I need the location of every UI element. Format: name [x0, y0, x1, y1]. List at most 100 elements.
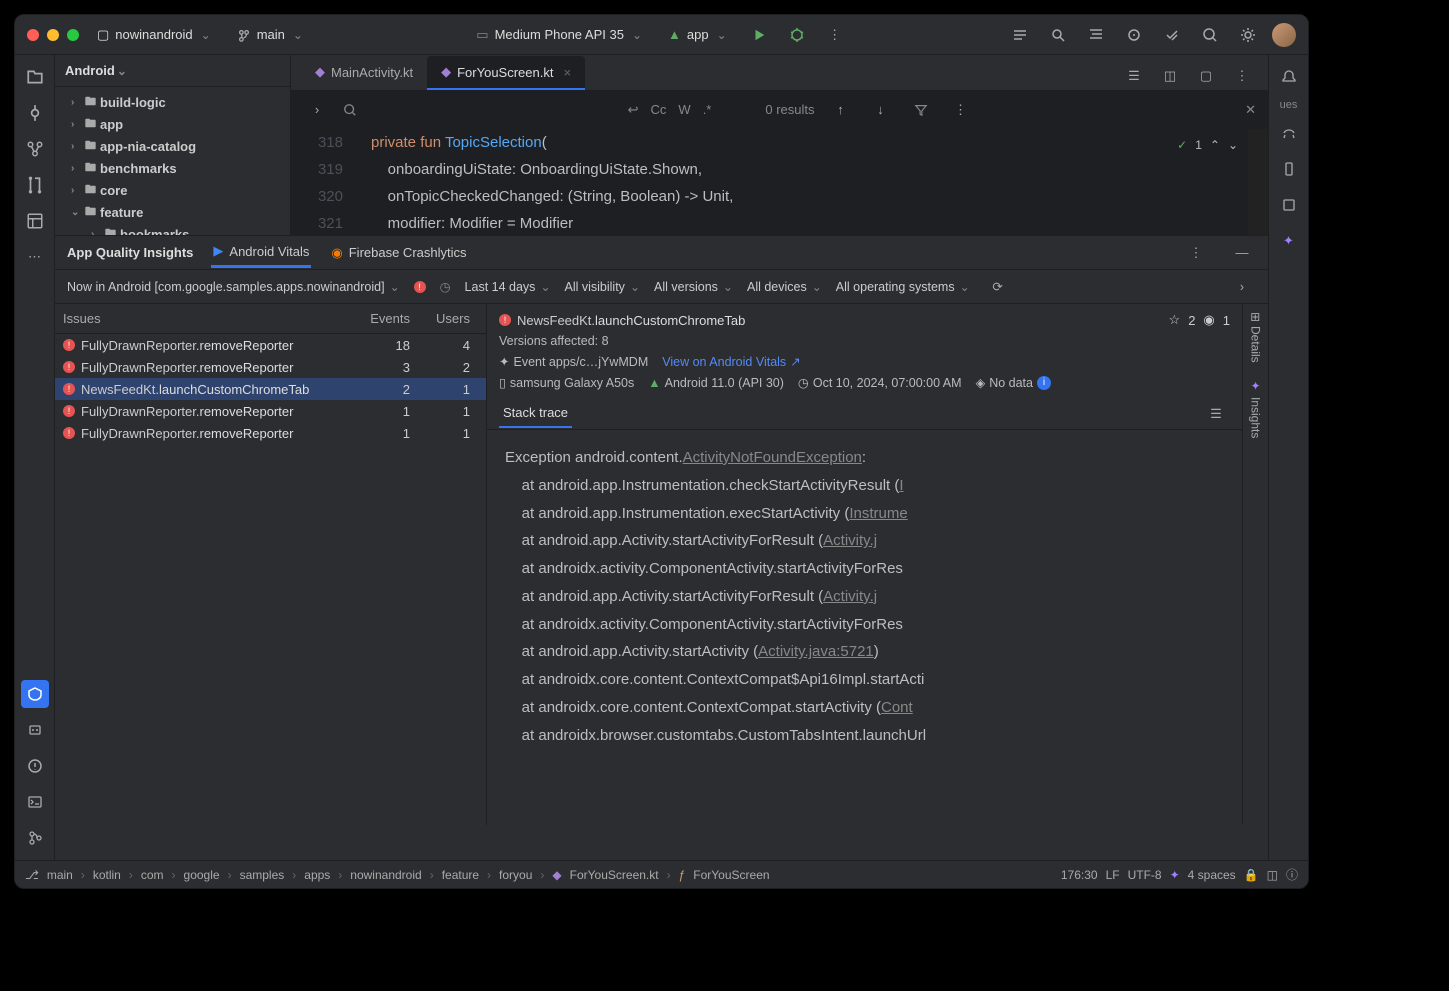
editor-tab[interactable]: ◆ ForYouScreen.kt × [427, 56, 585, 90]
indent-setting[interactable]: 4 spaces [1188, 868, 1236, 882]
inspection-widget[interactable]: ✓ 1 ⌃ ⌄ [1177, 135, 1238, 157]
sparkle-icon[interactable]: ✦ [1170, 868, 1180, 882]
issue-row[interactable]: !NewsFeedKt.launchCustomChromeTab 21 [55, 378, 486, 400]
debug-button[interactable] [783, 21, 811, 49]
cursor-position[interactable]: 176:30 [1061, 868, 1098, 882]
stack-trace[interactable]: Exception android.content.ActivityNotFou… [487, 430, 1242, 825]
breadcrumb[interactable]: apps [304, 868, 330, 882]
app-select[interactable]: Now in Android [com.google.samples.apps.… [67, 280, 400, 294]
project-selector[interactable]: ▢ nowinandroid [89, 23, 219, 47]
breadcrumb[interactable]: foryou [499, 868, 532, 882]
breadcrumb[interactable]: feature [442, 868, 479, 882]
issue-row[interactable]: !FullyDrawnReporter.removeReporter 11 [55, 400, 486, 422]
tree-item[interactable]: ›🖿build-logic [55, 91, 290, 113]
close-tab-icon[interactable]: × [563, 65, 571, 80]
wrap-lines-icon[interactable]: ☰ [1202, 400, 1230, 428]
insights-side-tab[interactable]: ✦Insights [1249, 379, 1263, 438]
expand-find-icon[interactable]: › [303, 96, 331, 124]
tab-more-icon[interactable]: ⋮ [1228, 62, 1256, 90]
aqi-minimize-icon[interactable]: — [1228, 239, 1256, 267]
aqi-tab-crashlytics[interactable]: ◉ Firebase Crashlytics [329, 239, 468, 267]
os-select[interactable]: All operating systems [836, 280, 970, 294]
breadcrumb[interactable]: kotlin [93, 868, 121, 882]
user-avatar[interactable] [1272, 23, 1296, 47]
gradle-tool[interactable] [1275, 119, 1303, 147]
regex-toggle[interactable]: .* [703, 102, 712, 117]
notifications-tool[interactable] [1275, 63, 1303, 91]
breadcrumb[interactable]: ForYouScreen.kt [570, 868, 659, 882]
settings-button[interactable] [1234, 21, 1262, 49]
issue-row[interactable]: !FullyDrawnReporter.removeReporter 11 [55, 422, 486, 444]
chevron-up-icon[interactable]: ⌃ [1210, 135, 1220, 157]
issue-row[interactable]: !FullyDrawnReporter.removeReporter 184 [55, 334, 486, 356]
whole-word-toggle[interactable]: W [678, 102, 690, 117]
breadcrumb[interactable]: main [47, 868, 73, 882]
terminal-tool[interactable] [21, 788, 49, 816]
col-events[interactable]: Events [358, 311, 418, 326]
code-content[interactable]: private fun TopicSelection( onboardingUi… [361, 129, 1268, 235]
breadcrumb[interactable]: ForYouScreen [693, 868, 769, 882]
search-button[interactable] [1196, 21, 1224, 49]
versions-select[interactable]: All versions [654, 280, 733, 294]
details-side-tab[interactable]: ⊞Details [1249, 312, 1263, 363]
more-tool[interactable]: ⋯ [21, 243, 49, 271]
close-find-icon[interactable]: ✕ [1245, 102, 1256, 118]
stack-trace-tab[interactable]: Stack trace [499, 399, 572, 428]
issue-row[interactable]: !FullyDrawnReporter.removeReporter 32 [55, 356, 486, 378]
code-editor[interactable]: 318 319 320 321 private fun TopicSelecti… [291, 129, 1268, 235]
device-selector[interactable]: ▭ Medium Phone API 35 [468, 23, 650, 47]
chevron-down-icon[interactable]: ⌄ [1228, 135, 1238, 157]
prev-match-icon[interactable]: ↑ [827, 96, 855, 124]
col-issues[interactable]: Issues [63, 311, 358, 326]
emulator-tool[interactable] [1275, 191, 1303, 219]
view-vitals-link[interactable]: View on Android Vitals↗ [662, 354, 800, 369]
file-encoding[interactable]: UTF-8 [1128, 868, 1162, 882]
minimap[interactable] [1248, 129, 1268, 235]
tree-item[interactable]: ›🖿app-nia-catalog [55, 135, 290, 157]
tree-item[interactable]: ›🖿bookmarks [55, 223, 290, 235]
error-filter-icon[interactable]: ! [414, 281, 426, 293]
devices-select[interactable]: All devices [747, 280, 822, 294]
tree-item[interactable]: ›🖿app [55, 113, 290, 135]
visibility-select[interactable]: All visibility [565, 280, 641, 294]
refresh-icon[interactable]: ⟳ [984, 273, 1012, 301]
resource-manager-tool[interactable] [21, 207, 49, 235]
clock-icon[interactable]: ◷ [440, 279, 451, 294]
aqi-options-icon[interactable]: ⋮ [1182, 239, 1210, 267]
editor-tab[interactable]: ◆ MainActivity.kt [301, 56, 427, 90]
breadcrumb[interactable]: samples [240, 868, 285, 882]
next-match-icon[interactable]: ↓ [867, 96, 895, 124]
tree-view-selector[interactable]: Android [55, 55, 290, 87]
commit-tool[interactable] [21, 99, 49, 127]
design-view-icon[interactable]: ▢ [1192, 62, 1220, 90]
toolbar-icon-1[interactable] [1006, 21, 1034, 49]
problems-tool[interactable] [21, 752, 49, 780]
col-users[interactable]: Users [418, 311, 478, 326]
breadcrumb-root-icon[interactable]: ⎇ [25, 868, 39, 882]
toolbar-icon-2[interactable] [1044, 21, 1072, 49]
aqi-tab-vitals[interactable]: ▶ Android Vitals [211, 237, 311, 268]
maximize-window[interactable] [67, 29, 79, 41]
close-window[interactable] [27, 29, 39, 41]
breadcrumb[interactable]: com [141, 868, 164, 882]
toolbar-icon-3[interactable] [1082, 21, 1110, 49]
logcat-tool[interactable] [21, 716, 49, 744]
tree-item[interactable]: ›🖿benchmarks [55, 157, 290, 179]
list-view-icon[interactable]: ☰ [1120, 62, 1148, 90]
days-select[interactable]: Last 14 days [465, 280, 551, 294]
toolbar-icon-4[interactable] [1120, 21, 1148, 49]
breadcrumb[interactable]: google [184, 868, 220, 882]
toolbar-icon-5[interactable] [1158, 21, 1186, 49]
info-status-icon[interactable]: ⓘ [1286, 866, 1298, 883]
filter-icon[interactable] [907, 96, 935, 124]
more-actions-button[interactable]: ⋮ [821, 21, 849, 49]
app-quality-tool[interactable] [21, 680, 49, 708]
lock-icon[interactable]: ◫ [1267, 868, 1278, 882]
info-icon[interactable]: i [1037, 376, 1051, 390]
gemini-tool[interactable]: ✦ [1275, 227, 1303, 255]
run-button[interactable] [745, 21, 773, 49]
run-config-selector[interactable]: ▲ app [660, 23, 735, 46]
minimize-window[interactable] [47, 29, 59, 41]
match-case-toggle[interactable]: Cc [651, 102, 667, 117]
tree-item[interactable]: ›🖿core [55, 179, 290, 201]
